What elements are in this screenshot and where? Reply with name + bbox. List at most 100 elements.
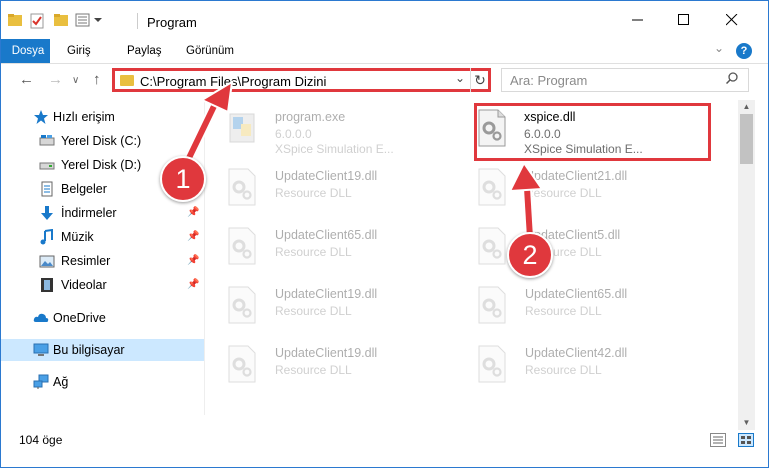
dll-file-icon — [477, 285, 507, 325]
pin-icon[interactable]: 📌 — [187, 207, 199, 218]
properties-icon[interactable] — [29, 13, 45, 29]
sidebar-item-label: Yerel Disk (C:) — [61, 134, 142, 148]
sidebar-item-label: Resimler — [61, 254, 111, 268]
music-icon — [39, 228, 55, 245]
dll-file-icon — [477, 344, 507, 384]
dll-file-icon — [227, 285, 257, 325]
chevron-down-icon[interactable]: ⌄ — [714, 41, 724, 55]
file-item[interactable]: program.exe 6.0.0.0 XSpice Simulation E.… — [205, 104, 445, 162]
dll-file-icon — [477, 226, 507, 266]
file-name: UpdateClient21.dll — [525, 169, 628, 183]
pin-icon[interactable]: 📌 — [187, 231, 199, 242]
refresh-icon[interactable]: ↻ — [470, 68, 489, 92]
drive-icon — [39, 133, 55, 149]
close-button[interactable] — [709, 1, 755, 39]
details-view-icon[interactable] — [710, 433, 726, 447]
scroll-up-icon[interactable]: ▲ — [738, 100, 755, 114]
file-name: UpdateClient19.dll — [275, 287, 378, 301]
recent-chevron-icon[interactable]: ∨ — [72, 75, 79, 86]
search-input[interactable]: Ara: Program — [501, 68, 749, 92]
file-item[interactable]: UpdateClient42.dll Resource DLL — [455, 340, 695, 398]
dll-file-icon — [227, 167, 257, 207]
file-item[interactable]: UpdateClient5.dll Resource DLL — [455, 222, 695, 280]
sidebar-item-local-disk-c[interactable]: Yerel Disk (C:) — [1, 130, 204, 152]
sidebar-item-this-pc[interactable]: Bu bilgisayar — [1, 339, 204, 361]
file-description: Resource DLL — [525, 186, 602, 200]
sidebar-item-label: İndirmeler — [61, 206, 117, 220]
file-item[interactable]: UpdateClient19.dll Resource DLL — [205, 281, 445, 339]
dll-file-icon — [477, 167, 507, 207]
search-icon[interactable] — [725, 72, 738, 87]
callout-badge-2: 2 — [507, 232, 553, 278]
search-placeholder: Ara: Program — [510, 73, 588, 88]
sidebar-item-music[interactable]: Müzik 📌 — [1, 226, 204, 248]
network-icon — [33, 374, 49, 390]
file-name: program.exe — [275, 110, 346, 124]
sidebar-item-pictures[interactable]: Resimler 📌 — [1, 250, 204, 272]
file-description: Resource DLL — [275, 304, 352, 318]
sidebar-item-onedrive[interactable]: OneDrive — [1, 307, 204, 329]
pin-icon[interactable]: 📌 — [187, 255, 199, 266]
sidebar-item-label: Belgeler — [61, 182, 107, 196]
navigation-pane: Hızlı erişim Yerel Disk (C:) Yerel Disk … — [1, 100, 204, 415]
file-item[interactable]: UpdateClient21.dll Resource DLL — [455, 163, 695, 221]
sidebar-item-label: Ağ — [53, 375, 69, 389]
file-version: 6.0.0.0 — [275, 127, 312, 141]
documents-icon — [39, 181, 55, 197]
file-name: UpdateClient19.dll — [275, 169, 378, 183]
maximize-button[interactable] — [661, 1, 707, 39]
tab-giris[interactable]: Giriş — [53, 39, 105, 63]
star-icon — [33, 109, 49, 125]
title-separator — [137, 13, 138, 29]
scroll-thumb[interactable] — [740, 114, 753, 164]
sidebar-item-label: Hızlı erişim — [53, 110, 115, 124]
tab-gorunum[interactable]: Görünüm — [172, 39, 248, 63]
pin-icon[interactable]: 📌 — [187, 279, 199, 290]
file-name: UpdateClient42.dll — [525, 346, 628, 360]
file-description: Resource DLL — [275, 186, 352, 200]
file-description: Resource DLL — [525, 363, 602, 377]
item-count: 104 öge — [19, 433, 63, 447]
address-dropdown-icon[interactable]: ⌄ — [455, 71, 465, 85]
file-name: UpdateClient65.dll — [275, 228, 378, 242]
tab-dosya[interactable]: Dosya — [1, 39, 50, 63]
dll-file-icon — [227, 344, 257, 384]
minimize-button[interactable] — [615, 1, 661, 39]
address-bar[interactable]: C:\Program Files\Program Dizini ⌄ ↻ — [112, 68, 491, 92]
sidebar-item-label: Yerel Disk (D:) — [61, 158, 142, 172]
drive-icon — [39, 157, 55, 173]
folder-icon — [120, 75, 134, 86]
forward-arrow-icon[interactable]: → — [48, 71, 63, 88]
help-icon[interactable]: ? — [736, 43, 752, 59]
file-item[interactable]: UpdateClient65.dll Resource DLL — [455, 281, 695, 339]
ribbon: Dosya Giriş Paylaş Görünüm ⌄ ? — [1, 39, 768, 64]
customize-toolbar-icon[interactable] — [75, 12, 103, 28]
sidebar-item-downloads[interactable]: İndirmeler 📌 — [1, 202, 204, 224]
up-arrow-icon[interactable]: ↑ — [93, 71, 101, 88]
vertical-scrollbar[interactable]: ▲ ▼ — [738, 100, 755, 430]
file-name: UpdateClient65.dll — [525, 287, 628, 301]
sidebar-item-label: OneDrive — [53, 311, 106, 325]
dll-file-icon — [227, 226, 257, 266]
new-folder-icon[interactable] — [53, 12, 69, 28]
navigation-bar: ← → ∨ ↑ C:\Program Files\Program Dizini … — [1, 65, 768, 99]
folder-icon — [7, 12, 23, 28]
status-bar: 104 öge — [1, 429, 768, 451]
tab-paylas[interactable]: Paylaş — [113, 39, 176, 63]
back-arrow-icon[interactable]: ← — [19, 71, 34, 88]
file-item[interactable]: UpdateClient19.dll Resource DLL — [205, 340, 445, 398]
sidebar-item-network[interactable]: Ağ — [1, 371, 204, 393]
highlight-box — [474, 103, 711, 161]
scroll-down-icon[interactable]: ▼ — [738, 416, 755, 430]
cloud-icon — [33, 310, 49, 326]
file-name: UpdateClient19.dll — [275, 346, 378, 360]
sidebar-item-videos[interactable]: Videolar 📌 — [1, 274, 204, 296]
tiles-view-icon[interactable] — [738, 433, 754, 447]
title-bar: Program — [1, 1, 768, 39]
window-title: Program — [147, 15, 197, 30]
file-item[interactable]: UpdateClient19.dll Resource DLL — [205, 163, 445, 221]
sidebar-item-quick-access[interactable]: Hızlı erişim — [1, 106, 204, 128]
file-item[interactable]: UpdateClient65.dll Resource DLL — [205, 222, 445, 280]
computer-icon — [33, 342, 49, 358]
file-description: Resource DLL — [525, 304, 602, 318]
